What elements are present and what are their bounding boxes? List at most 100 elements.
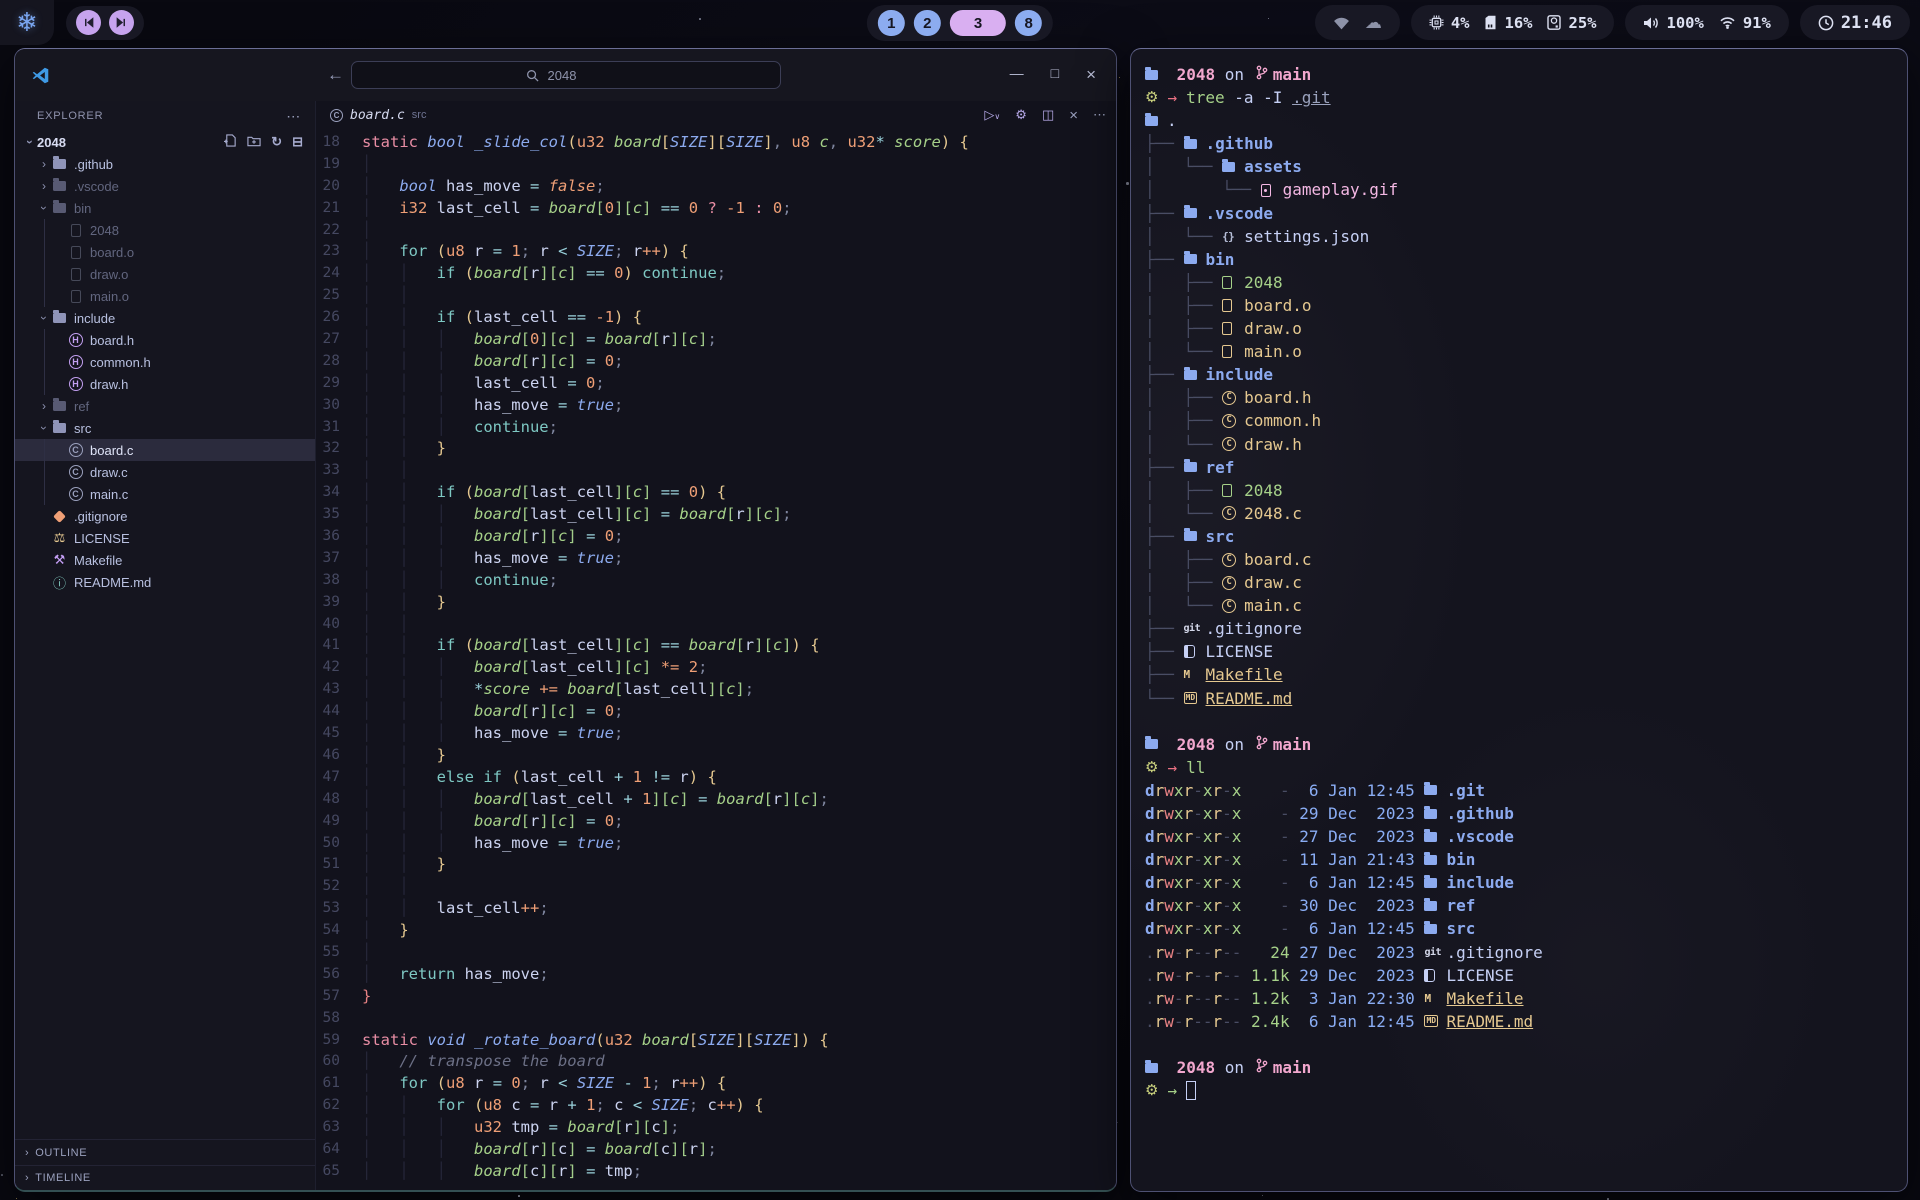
code-line-23[interactable]: 23│ for (u8 r = 1; r < SIZE; r++) {: [316, 241, 1116, 263]
code-line-35[interactable]: 35│ │ │ board[last_cell][c] = board[r][c…: [316, 504, 1116, 526]
tray-cloud-icon[interactable]: ☁: [1365, 13, 1382, 33]
code-line-37[interactable]: 37│ │ │ has_move = true;: [316, 548, 1116, 570]
code-line-29[interactable]: 29│ │ │ last_cell = 0;: [316, 373, 1116, 395]
vscode-titlebar[interactable]: ← → — □ ×: [15, 49, 1116, 101]
explorer-item-draw.o[interactable]: draw.o: [15, 263, 315, 285]
explorer-item-main.o[interactable]: main.o: [15, 285, 315, 307]
code-line-22[interactable]: 22│: [316, 220, 1116, 242]
code-line-26[interactable]: 26│ │ if (last_cell == -1) {: [316, 307, 1116, 329]
wifi-stat[interactable]: 91%: [1719, 14, 1771, 32]
search-input[interactable]: [546, 67, 606, 84]
code-line-20[interactable]: 20│ bool has_move = false;: [316, 176, 1116, 198]
code-line-47[interactable]: 47│ │ else if (last_cell + 1 != r) {: [316, 767, 1116, 789]
code-line-61[interactable]: 61│ for (u8 r = 0; r < SIZE - 1; r++) {: [316, 1073, 1116, 1095]
code-line-18[interactable]: 18static bool _slide_col(u32 board[SIZE]…: [316, 132, 1116, 154]
code-line-53[interactable]: 53│ │ last_cell++;: [316, 898, 1116, 920]
workspace-2[interactable]: 2: [914, 10, 941, 36]
volume-stat[interactable]: 100%: [1643, 14, 1703, 32]
explorer-item-.vscode[interactable]: ›.vscode: [15, 175, 315, 197]
nixos-logo-button[interactable]: ❄: [0, 0, 54, 45]
command-center-search[interactable]: [351, 61, 781, 89]
code-line-24[interactable]: 24│ │ if (board[r][c] == 0) continue;: [316, 263, 1116, 285]
code-line-33[interactable]: 33│ │: [316, 460, 1116, 482]
explorer-item-board.c[interactable]: Cboard.c: [15, 439, 315, 461]
code-line-36[interactable]: 36│ │ │ board[r][c] = 0;: [316, 526, 1116, 548]
explorer-item-LICENSE[interactable]: ⚖LICENSE: [15, 527, 315, 549]
code-line-28[interactable]: 28│ │ │ board[r][c] = 0;: [316, 351, 1116, 373]
code-line-55[interactable]: 55│: [316, 942, 1116, 964]
code-line-40[interactable]: 40│ │: [316, 614, 1116, 636]
close-button[interactable]: ×: [1086, 65, 1096, 85]
nav-back-button[interactable]: ←: [327, 65, 344, 85]
code-line-52[interactable]: 52│ │: [316, 876, 1116, 898]
code-line-38[interactable]: 38│ │ │ continue;: [316, 570, 1116, 592]
media-prev-button[interactable]: [76, 10, 101, 35]
explorer-item-README.md[interactable]: ⓘREADME.md: [15, 571, 315, 593]
code-line-39[interactable]: 39│ │ }: [316, 592, 1116, 614]
code-line-49[interactable]: 49│ │ │ board[r][c] = 0;: [316, 811, 1116, 833]
workspace-8[interactable]: 8: [1015, 10, 1042, 36]
code-line-57[interactable]: 57}: [316, 986, 1116, 1008]
explorer-item-.github[interactable]: ›.github: [15, 153, 315, 175]
terminal-cursor[interactable]: [1186, 1081, 1196, 1100]
settings-gear-icon[interactable]: ⚙: [1015, 108, 1027, 123]
code-line-46[interactable]: 46│ │ }: [316, 745, 1116, 767]
close-editor-button[interactable]: ×: [1069, 107, 1078, 124]
explorer-item-draw.c[interactable]: Cdraw.c: [15, 461, 315, 483]
workspace-3-active[interactable]: 3: [950, 10, 1006, 36]
code-line-34[interactable]: 34│ │ if (board[last_cell][c] == 0) {: [316, 482, 1116, 504]
code-line-51[interactable]: 51│ │ }: [316, 854, 1116, 876]
code-line-19[interactable]: 19│: [316, 154, 1116, 176]
explorer-item-Makefile[interactable]: ⚒Makefile: [15, 549, 315, 571]
maximize-button[interactable]: □: [1051, 65, 1059, 85]
code-line-31[interactable]: 31│ │ │ continue;: [316, 417, 1116, 439]
media-next-button[interactable]: [109, 10, 134, 35]
code-line-32[interactable]: 32│ │ }: [316, 438, 1116, 460]
new-file-button[interactable]: [224, 134, 237, 150]
explorer-item-common.h[interactable]: Hcommon.h: [15, 351, 315, 373]
run-debug-button[interactable]: ▷∨: [984, 107, 1000, 123]
code-line-41[interactable]: 41│ │ if (board[last_cell][c] == board[r…: [316, 635, 1116, 657]
explorer-item-bin[interactable]: ›bin: [15, 197, 315, 219]
explorer-item-.gitignore[interactable]: .gitignore: [15, 505, 315, 527]
timeline-section[interactable]: › TIMELINE: [15, 1165, 315, 1190]
new-folder-button[interactable]: [247, 135, 261, 150]
code-line-45[interactable]: 45│ │ │ has_move = true;: [316, 723, 1116, 745]
code-line-25[interactable]: 25│ │: [316, 285, 1116, 307]
tab-board.c[interactable]: C board.c src: [330, 108, 426, 123]
code-line-48[interactable]: 48│ │ │ board[last_cell + 1][c] = board[…: [316, 789, 1116, 811]
explorer-item-src[interactable]: ›src: [15, 417, 315, 439]
minimize-button[interactable]: —: [1010, 65, 1024, 85]
explorer-item-include[interactable]: ›include: [15, 307, 315, 329]
code-line-60[interactable]: 60│ // transpose the board: [316, 1051, 1116, 1073]
code-line-21[interactable]: 21│ i32 last_cell = board[0][c] == 0 ? -…: [316, 198, 1116, 220]
code-line-27[interactable]: 27│ │ │ board[0][c] = board[r][c];: [316, 329, 1116, 351]
code-line-42[interactable]: 42│ │ │ board[last_cell][c] *= 2;: [316, 657, 1116, 679]
code-editor[interactable]: 18static bool _slide_col(u32 board[SIZE]…: [316, 129, 1116, 1190]
collapse-all-button[interactable]: ⊟: [292, 134, 303, 150]
code-line-44[interactable]: 44│ │ │ board[r][c] = 0;: [316, 701, 1116, 723]
outline-section[interactable]: › OUTLINE: [15, 1140, 315, 1165]
terminal-content[interactable]: 2048 on main⚙→tree -a -I .git.├── .githu…: [1131, 49, 1907, 1191]
tray-wifi-icon[interactable]: [1333, 16, 1350, 30]
split-editor-button[interactable]: ◫: [1042, 107, 1054, 123]
code-line-64[interactable]: 64│ │ │ board[r][c] = board[c][r];: [316, 1139, 1116, 1161]
code-line-30[interactable]: 30│ │ │ has_move = true;: [316, 395, 1116, 417]
editor-more-actions[interactable]: ⋯: [1093, 107, 1106, 123]
explorer-item-board.h[interactable]: Hboard.h: [15, 329, 315, 351]
explorer-item-2048[interactable]: 2048: [15, 219, 315, 241]
code-line-63[interactable]: 63│ │ │ u32 tmp = board[r][c];: [316, 1117, 1116, 1139]
code-line-62[interactable]: 62│ │ for (u8 c = r + 1; c < SIZE; c++) …: [316, 1095, 1116, 1117]
code-line-43[interactable]: 43│ │ │ *score += board[last_cell][c];: [316, 679, 1116, 701]
code-line-50[interactable]: 50│ │ │ has_move = true;: [316, 833, 1116, 855]
explorer-more-button[interactable]: ⋯: [286, 108, 301, 125]
code-line-54[interactable]: 54│ }: [316, 920, 1116, 942]
explorer-item-draw.h[interactable]: Hdraw.h: [15, 373, 315, 395]
explorer-item-ref[interactable]: ›ref: [15, 395, 315, 417]
code-line-59[interactable]: 59static void _rotate_board(u32 board[SI…: [316, 1030, 1116, 1052]
explorer-item-board.o[interactable]: board.o: [15, 241, 315, 263]
code-line-65[interactable]: 65│ │ │ board[c][r] = tmp;: [316, 1161, 1116, 1183]
explorer-root-2048[interactable]: ›2048↻⊟: [15, 131, 315, 153]
code-line-56[interactable]: 56│ return has_move;: [316, 964, 1116, 986]
workspace-1[interactable]: 1: [878, 10, 905, 36]
